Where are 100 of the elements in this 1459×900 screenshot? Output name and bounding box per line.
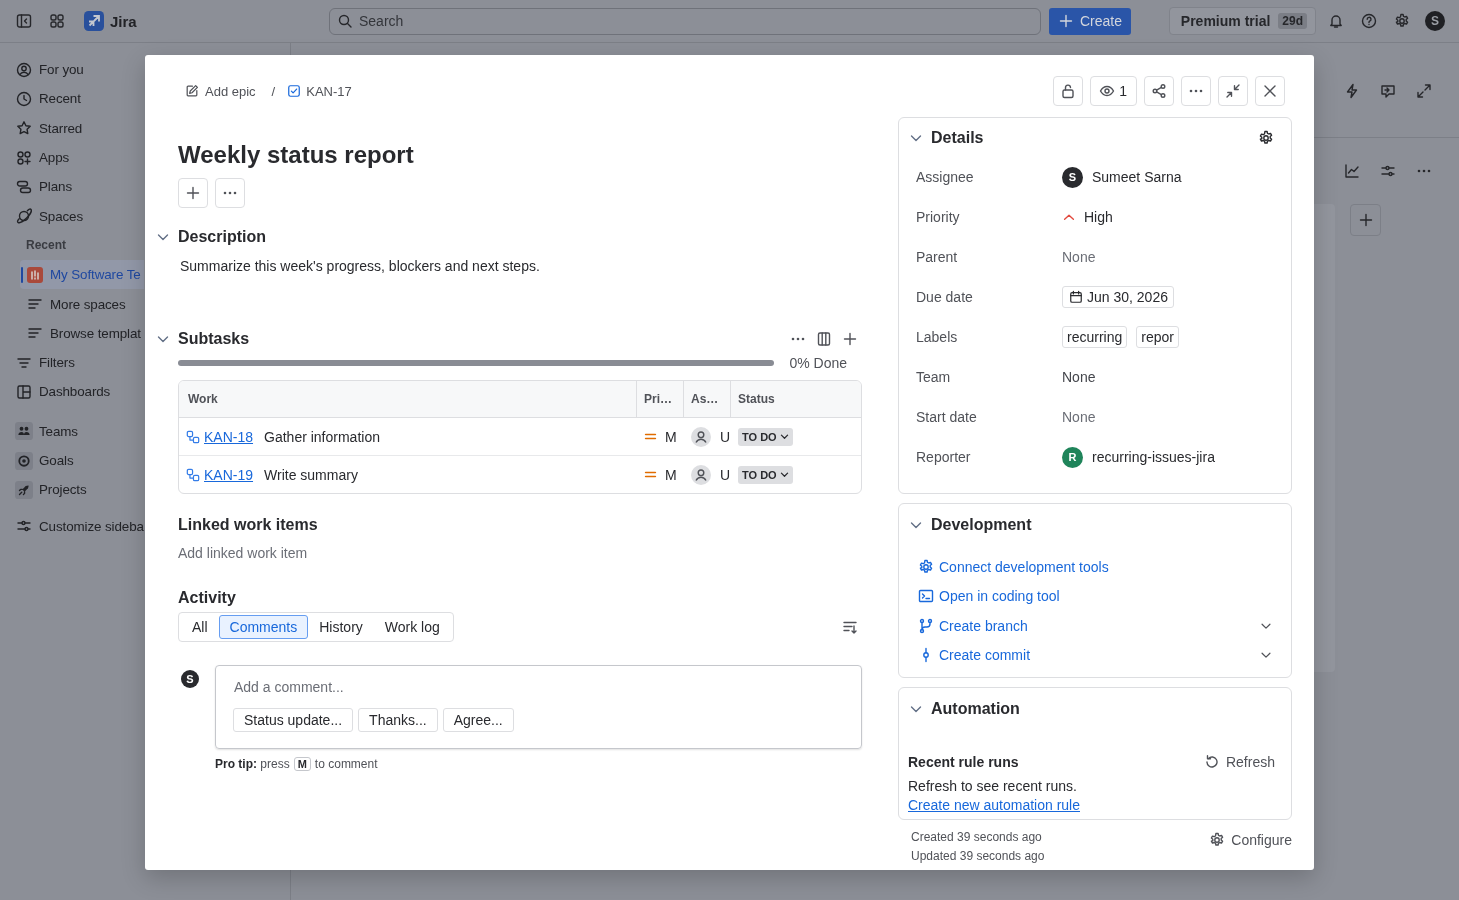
planet-icon	[16, 208, 32, 225]
field-label: Labels	[916, 329, 959, 345]
logo-icon[interactable]	[84, 11, 104, 31]
sidebar-item[interactable]: Customize sideba	[12, 511, 144, 541]
development-link[interactable]: Create branch	[918, 617, 1028, 634]
sidebar-item[interactable]: More spaces	[20, 289, 144, 319]
expand-icon[interactable]	[1416, 83, 1432, 99]
sidebar-toggle-icon[interactable]	[16, 13, 32, 29]
field-label: Due date	[916, 289, 974, 305]
field-value[interactable]: Sumeet Sarna	[1092, 169, 1182, 185]
development-link[interactable]: Create commit	[918, 647, 1031, 664]
description-text[interactable]: Summarize this week's progress, blockers and next steps.	[180, 256, 862, 276]
activity-tab[interactable]: Work log	[373, 615, 451, 639]
subtask-icon	[186, 429, 200, 444]
work-item-summary[interactable]: Write summary	[264, 466, 358, 483]
sidebar-item[interactable]: Goals	[12, 445, 144, 476]
sidebar-item[interactable]: For you	[12, 55, 144, 85]
sidebar-item[interactable]: Dashboards	[12, 377, 144, 407]
work-item-summary[interactable]: Gather information	[264, 428, 380, 445]
help-icon[interactable]	[1361, 13, 1377, 29]
panel-heading: Development	[931, 516, 1032, 534]
breadcrumb-link[interactable]: KAN-17	[287, 83, 352, 99]
sidebar-item[interactable]: Plans	[12, 172, 144, 202]
sidebar-item[interactable]: Starred	[12, 113, 144, 143]
section-label: Recent	[25, 237, 67, 255]
dashboard-icon	[16, 383, 32, 400]
sidebar-item[interactable]: Browse templat	[20, 318, 144, 348]
add-column-button[interactable]	[1350, 204, 1381, 236]
sliders-icon[interactable]	[1380, 163, 1396, 179]
work-item-key-link[interactable]: KAN-18	[204, 428, 254, 445]
notifications-icon[interactable]	[1328, 13, 1344, 29]
bolt-icon[interactable]	[1344, 83, 1360, 99]
development-link[interactable]: Connect development tools	[918, 558, 1109, 575]
add-linked-item-link[interactable]: Add linked work item	[178, 543, 308, 563]
sidebar-item[interactable]: My Software Te	[20, 260, 144, 290]
premium-trial-button[interactable]: Premium trial 29d	[1168, 7, 1316, 35]
sort-icon[interactable]	[842, 619, 858, 635]
apps-grid-icon[interactable]	[49, 13, 65, 29]
columns-icon[interactable]	[816, 331, 832, 347]
sidebar-item[interactable]: Teams	[12, 416, 144, 446]
label-tag[interactable]: recurring	[1062, 326, 1128, 348]
field-value[interactable]: recurring-issues-jira	[1092, 449, 1215, 465]
plans-icon	[16, 178, 32, 195]
close-button[interactable]	[1255, 76, 1285, 106]
suggested-reply-button[interactable]: Agree...	[442, 708, 514, 732]
status-dropdown[interactable]: TO DO	[738, 427, 793, 446]
add-button[interactable]	[178, 178, 208, 208]
create-rule-link[interactable]: Create new automation rule	[908, 796, 1080, 815]
share-button[interactable]	[1144, 76, 1174, 106]
activity-tab[interactable]: History	[308, 615, 374, 639]
plus-icon[interactable]	[842, 331, 858, 347]
user-avatar[interactable]: S	[1425, 11, 1445, 31]
edit-icon	[185, 84, 199, 98]
refresh-button[interactable]: Refresh	[1193, 748, 1285, 776]
sidebar-item[interactable]: Spaces	[12, 201, 144, 231]
status-dropdown[interactable]: TO DO	[738, 465, 793, 484]
activity-tab[interactable]: Comments	[218, 615, 309, 639]
field-value[interactable]: None	[1062, 409, 1096, 425]
apps-icon	[16, 149, 32, 166]
comment-input[interactable]: Add a comment...	[234, 676, 843, 698]
sidebar-item[interactable]: Apps	[12, 142, 144, 173]
field-value[interactable]: High	[1084, 209, 1113, 225]
sidebar-item[interactable]: Filters	[12, 347, 144, 378]
suggested-reply-button[interactable]: Thanks...	[358, 708, 438, 732]
label-tag[interactable]: repor	[1136, 326, 1179, 348]
activity-tab[interactable]: All	[181, 615, 219, 639]
configure-button[interactable]: Configure	[1201, 826, 1292, 854]
field-value[interactable]: None	[1062, 369, 1096, 385]
field-label: Assignee	[916, 169, 975, 185]
breadcrumb-link[interactable]: Add epic	[178, 83, 256, 99]
search-field[interactable]: Search	[329, 7, 1041, 35]
product-name[interactable]: Jira	[110, 12, 137, 30]
target-icon	[15, 451, 33, 470]
speech-bubble-icon[interactable]	[1380, 83, 1396, 99]
create-button[interactable]: Create	[1049, 7, 1131, 35]
development-link[interactable]: Open in coding tool	[918, 588, 1060, 605]
work-item-title[interactable]: Weekly status report	[178, 139, 862, 171]
priority-text: M	[665, 466, 677, 483]
collapse-button[interactable]	[1218, 76, 1248, 106]
chevron-down-icon	[778, 431, 790, 442]
work-item-key-link[interactable]: KAN-19	[204, 466, 254, 483]
people-icon	[15, 422, 33, 441]
clock-icon	[16, 90, 32, 107]
column-header: Status	[730, 381, 861, 417]
lock-button[interactable]	[1053, 76, 1084, 106]
settings-icon[interactable]	[1258, 129, 1274, 146]
suggested-reply-button[interactable]: Status update...	[233, 708, 354, 732]
list-icon	[27, 296, 43, 312]
search-icon	[337, 13, 353, 29]
collapse-icon	[1225, 83, 1241, 99]
chart-icon[interactable]	[1344, 163, 1360, 179]
user-avatar-icon	[691, 464, 711, 485]
field-value[interactable]: None	[1062, 249, 1096, 265]
due-date-button[interactable]: Jun 30, 2026	[1062, 286, 1174, 308]
column-header: As…	[683, 381, 730, 417]
watchers-button[interactable]: 1	[1090, 76, 1137, 106]
sidebar-item[interactable]: Recent	[12, 84, 144, 114]
panel-heading: Automation	[931, 700, 1020, 718]
section-heading: Activity	[178, 588, 237, 608]
sidebar-item[interactable]: Projects	[12, 475, 144, 505]
